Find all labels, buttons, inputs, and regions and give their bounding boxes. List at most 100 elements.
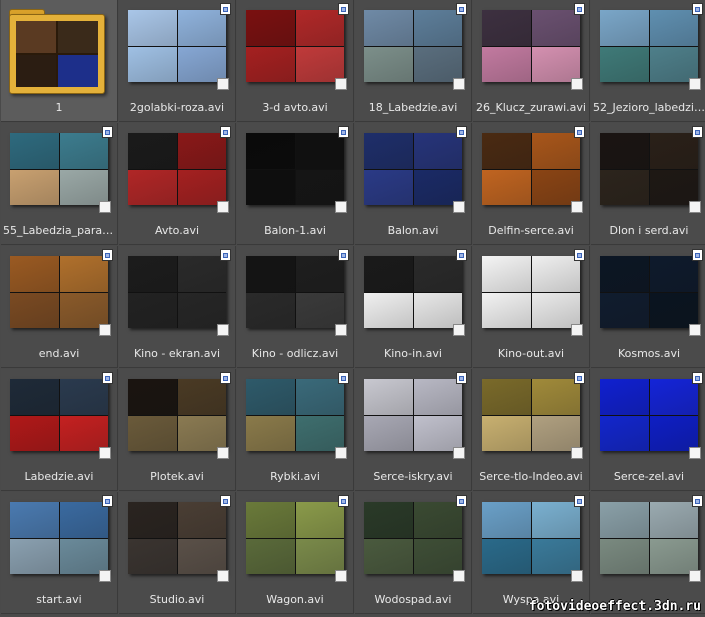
select-checkbox[interactable] [453, 324, 465, 336]
video-file-icon [574, 126, 585, 138]
file-item[interactable]: Balon.avi [355, 123, 472, 245]
select-checkbox[interactable] [571, 78, 583, 90]
file-item[interactable]: Studio.avi [119, 492, 236, 614]
video-file-icon [338, 3, 349, 15]
select-checkbox[interactable] [689, 78, 701, 90]
file-item[interactable]: Serce-tlo-Indeo.avi [473, 369, 590, 491]
select-checkbox[interactable] [335, 447, 347, 459]
file-item[interactable]: 55_Labedzia_para.avi [1, 123, 118, 245]
select-checkbox[interactable] [689, 324, 701, 336]
thumbnail-frame [128, 502, 177, 538]
item-label: Balon-1.avi [264, 224, 326, 237]
thumbnail-frame [59, 415, 108, 451]
file-item[interactable]: Kino - ekran.avi [119, 246, 236, 368]
video-thumbnail [482, 502, 580, 574]
thumbnail-frame [177, 292, 226, 328]
file-item[interactable]: 26_Klucz_zurawi.avi [473, 0, 590, 122]
file-item[interactable]: Kosmos.avi [591, 246, 705, 368]
select-checkbox[interactable] [99, 201, 111, 213]
file-item[interactable]: Serce-iskry.avi [355, 369, 472, 491]
select-checkbox[interactable] [99, 570, 111, 582]
thumbnail-frame [246, 379, 295, 415]
select-checkbox[interactable] [217, 447, 229, 459]
thumbnail-frame [649, 46, 698, 82]
item-label: Balon.avi [387, 224, 439, 237]
thumbnail-frame [128, 538, 177, 574]
select-checkbox[interactable] [99, 324, 111, 336]
file-item[interactable]: Rybki.avi [237, 369, 354, 491]
thumbnail-frame [177, 256, 226, 292]
select-checkbox[interactable] [335, 201, 347, 213]
video-file-icon [692, 372, 703, 384]
video-thumbnail [364, 256, 462, 328]
file-item[interactable]: 2golabki-roza.avi [119, 0, 236, 122]
thumbnail-frame [649, 292, 698, 328]
file-item[interactable]: Kino-in.avi [355, 246, 472, 368]
video-file-icon [220, 495, 231, 507]
select-checkbox[interactable] [453, 201, 465, 213]
file-item[interactable]: Kino-out.avi [473, 246, 590, 368]
thumbnail-frame [295, 10, 344, 46]
thumbnail-frame [482, 10, 531, 46]
file-item[interactable]: Plotek.avi [119, 369, 236, 491]
file-item[interactable] [591, 492, 705, 614]
video-file-icon [220, 126, 231, 138]
file-item[interactable]: Serce-zel.avi [591, 369, 705, 491]
file-item[interactable]: Kino - odlicz.avi [237, 246, 354, 368]
select-checkbox[interactable] [689, 201, 701, 213]
file-item[interactable]: end.avi [1, 246, 118, 368]
video-thumbnail [246, 502, 344, 574]
select-checkbox[interactable] [217, 78, 229, 90]
video-thumbnail [128, 133, 226, 205]
thumbnail-frame [482, 46, 531, 82]
file-item[interactable]: Delfin-serce.avi [473, 123, 590, 245]
select-checkbox[interactable] [217, 570, 229, 582]
file-item[interactable]: Wyspa.avi [473, 492, 590, 614]
item-label: 18_Labedzie.avi [368, 101, 458, 114]
folder-item[interactable]: 1 [1, 0, 118, 122]
item-label: 2golabki-roza.avi [129, 101, 225, 114]
select-checkbox[interactable] [689, 570, 701, 582]
file-item[interactable]: 3-d avto.avi [237, 0, 354, 122]
file-item[interactable]: Avto.avi [119, 123, 236, 245]
item-label: Delfin-serce.avi [488, 224, 574, 237]
select-checkbox[interactable] [453, 570, 465, 582]
video-thumbnail [364, 133, 462, 205]
file-item[interactable]: Labedzie.avi [1, 369, 118, 491]
file-item[interactable]: start.avi [1, 492, 118, 614]
video-thumbnail [600, 256, 698, 328]
select-checkbox[interactable] [689, 447, 701, 459]
select-checkbox[interactable] [217, 324, 229, 336]
thumbnail-frame [128, 379, 177, 415]
thumbnail-frame [364, 169, 413, 205]
select-checkbox[interactable] [335, 324, 347, 336]
select-checkbox[interactable] [453, 447, 465, 459]
item-label: Rybki.avi [270, 470, 320, 483]
thumbnail-frame [177, 169, 226, 205]
select-checkbox[interactable] [99, 447, 111, 459]
select-checkbox[interactable] [217, 201, 229, 213]
select-checkbox[interactable] [571, 201, 583, 213]
thumbnail-frame [531, 379, 580, 415]
video-thumbnail [482, 133, 580, 205]
thumbnail-frame [413, 169, 462, 205]
video-thumbnail [10, 502, 108, 574]
thumbnail-frame [482, 415, 531, 451]
video-file-icon [574, 3, 585, 15]
video-thumbnail [246, 379, 344, 451]
select-checkbox[interactable] [335, 570, 347, 582]
file-item[interactable]: Wodospad.avi [355, 492, 472, 614]
thumbnail-frame [413, 10, 462, 46]
file-item[interactable]: Balon-1.avi [237, 123, 354, 245]
select-checkbox[interactable] [571, 447, 583, 459]
select-checkbox[interactable] [571, 324, 583, 336]
file-item[interactable]: Wagon.avi [237, 492, 354, 614]
select-checkbox[interactable] [571, 570, 583, 582]
file-item[interactable]: 18_Labedzie.avi [355, 0, 472, 122]
select-checkbox[interactable] [453, 78, 465, 90]
thumbnail-frame [59, 169, 108, 205]
file-item[interactable]: 52_Jezioro_labedzie.avi [591, 0, 705, 122]
thumbnail-frame [59, 502, 108, 538]
file-item[interactable]: Dlon i serd.avi [591, 123, 705, 245]
select-checkbox[interactable] [335, 78, 347, 90]
